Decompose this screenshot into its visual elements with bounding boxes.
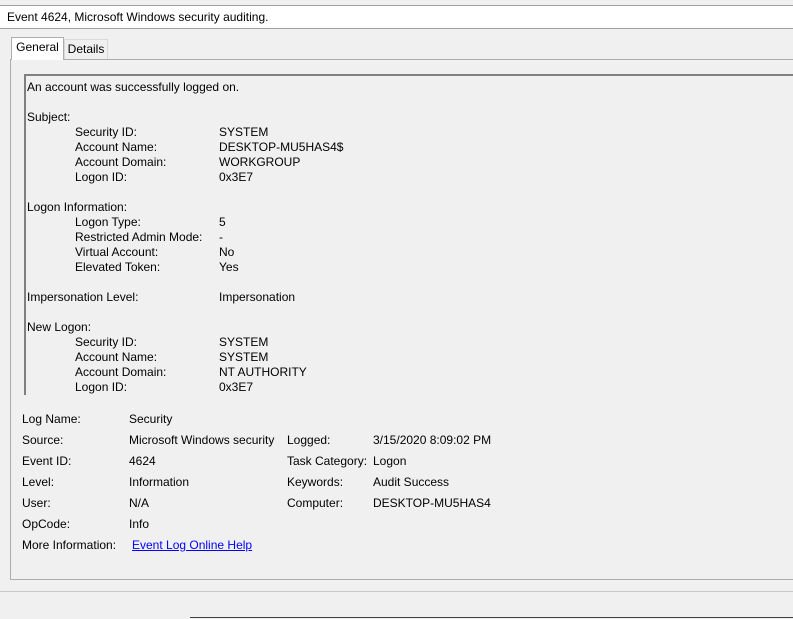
logon-info-heading: Logon Information: [27, 200, 128, 214]
logon-info-label: Elevated Token: [75, 260, 161, 274]
keywords-value: Audit Success [373, 475, 450, 489]
logon-info-value: Yes [219, 260, 239, 274]
subject-label: Account Name: [75, 140, 158, 154]
impersonation-value: Impersonation [219, 290, 296, 304]
subject-value: 0x3E7 [219, 170, 254, 184]
logon-info-label: Restricted Admin Mode: [75, 230, 203, 244]
source-label: Source: [22, 433, 64, 447]
impersonation-label: Impersonation Level: [27, 290, 139, 304]
logon-info-value: - [219, 230, 223, 244]
level-label: Level: [22, 475, 55, 489]
keywords-label: Keywords: [287, 475, 344, 489]
logon-info-value: No [219, 245, 235, 259]
log-name-value: Security [129, 412, 173, 426]
task-category-value: Logon [373, 454, 407, 468]
user-value: N/A [129, 496, 150, 510]
subject-label: Logon ID: [75, 170, 128, 184]
event-id-value: 4624 [129, 454, 156, 468]
logon-info-label: Virtual Account: [75, 245, 159, 259]
event-log-online-help-link[interactable]: Event Log Online Help [132, 538, 252, 552]
opcode-label: OpCode: [22, 517, 71, 531]
computer-value: DESKTOP-MU5HAS4 [373, 496, 491, 510]
description-summary: An account was successfully logged on. [27, 80, 240, 94]
subject-value: SYSTEM [219, 125, 269, 139]
task-category-label: Task Category: [287, 454, 368, 468]
subject-label: Security ID: [75, 125, 138, 139]
logon-info-label: Logon Type: [75, 215, 141, 229]
logged-value: 3/15/2020 8:09:02 PM [373, 433, 492, 447]
event-title: Event 4624, Microsoft Windows security a… [7, 10, 269, 24]
new-logon-value: SYSTEM [219, 335, 269, 349]
bottom-edge [190, 617, 793, 618]
subject-value: WORKGROUP [219, 155, 301, 169]
tab-details[interactable]: Details [64, 39, 108, 60]
event-description-box[interactable]: An account was successfully logged on. S… [24, 74, 793, 395]
bottom-divider [0, 591, 793, 592]
user-label: User: [22, 496, 51, 510]
opcode-value: Info [129, 517, 150, 531]
computer-label: Computer: [287, 496, 344, 510]
event-title-bar: Event 4624, Microsoft Windows security a… [0, 5, 793, 29]
source-value: Microsoft Windows security [129, 433, 275, 447]
logon-info-value: 5 [219, 215, 226, 229]
new-logon-label: Account Domain: [75, 365, 167, 379]
new-logon-label: Account Name: [75, 350, 158, 364]
more-information-label: More Information: [22, 538, 117, 552]
level-value: Information [129, 475, 190, 489]
new-logon-label: Logon ID: [75, 380, 128, 394]
logged-label: Logged: [287, 433, 331, 447]
new-logon-value: NT AUTHORITY [219, 365, 307, 379]
log-name-label: Log Name: [22, 412, 81, 426]
new-logon-value: 0x3E7 [219, 380, 254, 394]
subject-label: Account Domain: [75, 155, 167, 169]
new-logon-label: Security ID: [75, 335, 138, 349]
new-logon-value: SYSTEM [219, 350, 269, 364]
tab-general[interactable]: General [11, 37, 64, 60]
new-logon-heading: New Logon: [27, 320, 92, 334]
subject-heading: Subject: [27, 110, 71, 124]
event-id-label: Event ID: [22, 454, 72, 468]
subject-value: DESKTOP-MU5HAS4$ [219, 140, 344, 154]
